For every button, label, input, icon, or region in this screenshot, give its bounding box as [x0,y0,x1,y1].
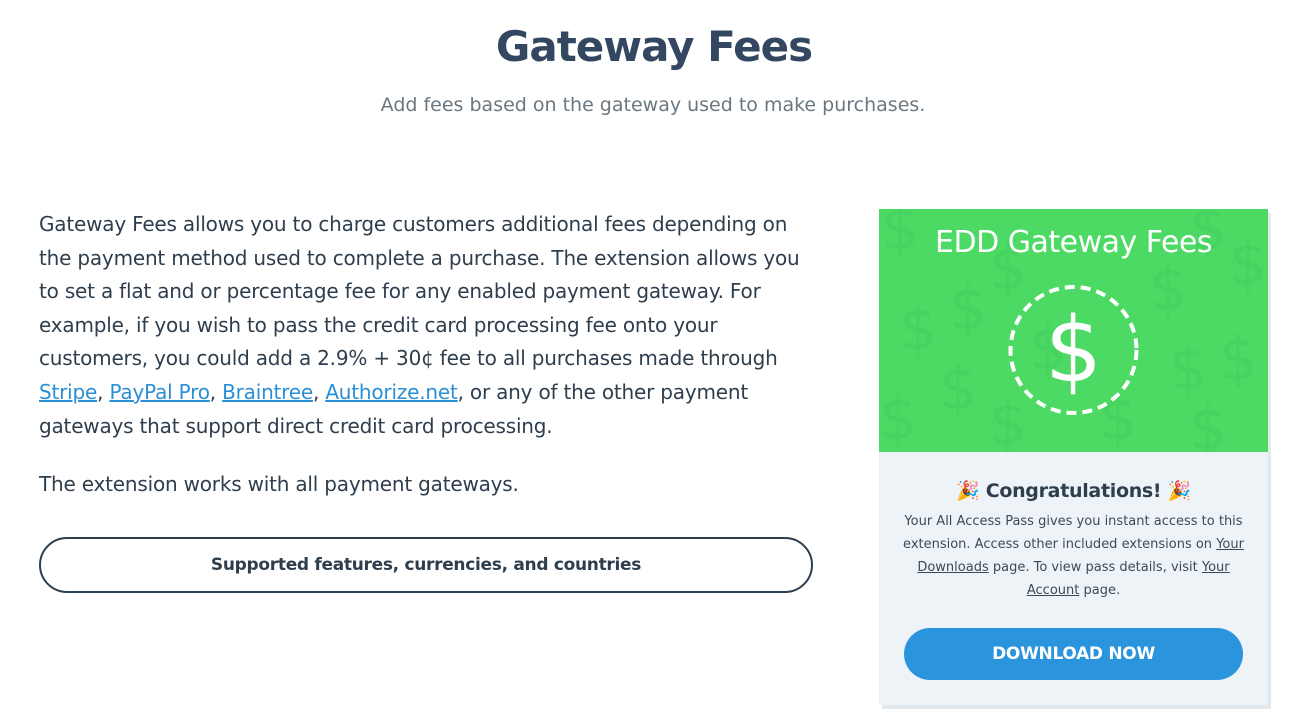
supported-features-button[interactable]: Supported features, currencies, and coun… [39,537,813,593]
party-popper-icon: 🎉 [1167,480,1192,502]
braintree-link[interactable]: Braintree [222,380,313,404]
message-text: Your All Access Pass gives you instant a… [903,514,1243,552]
stripe-link[interactable]: Stripe [39,380,97,404]
access-pass-card: $ $ $ $ $ $ $ $ $ $ $ $ $ $ $ $ EDD Gate… [879,209,1268,705]
svg-text:$: $ [899,294,937,364]
gateways-note: The extension works with all payment gat… [39,472,519,496]
congratulations-heading: 🎉 Congratulations! 🎉 [879,479,1268,502]
svg-text:$: $ [879,384,917,452]
svg-text:$: $ [989,389,1027,452]
page-title: Gateway Fees [495,22,813,71]
description-paragraph: Gateway Fees allows you to charge custom… [39,208,807,443]
party-popper-icon: 🎉 [956,480,980,502]
svg-text:$: $ [939,354,977,424]
separator: , [312,379,326,404]
product-banner: $ $ $ $ $ $ $ $ $ $ $ $ $ $ $ $ EDD Gate… [879,209,1268,452]
page-subtitle: Add fees based on the gateway used to ma… [380,94,926,116]
paypal-pro-link[interactable]: PayPal Pro [109,380,210,404]
download-now-button[interactable]: DOWNLOAD NOW [904,628,1243,680]
message-text: page. To view pass details, visit [988,560,1202,575]
svg-text:$: $ [1149,254,1187,324]
access-pass-message: Your All Access Pass gives you instant a… [901,510,1246,602]
page: Gateway Fees Add fees based on the gatew… [0,0,1300,721]
authorize-net-link[interactable]: Authorize.net [325,380,457,404]
svg-text:$: $ [949,274,987,344]
message-text: page. [1079,583,1121,598]
svg-text:$: $ [1045,298,1102,403]
svg-text:$: $ [1219,324,1257,394]
separator: , [209,379,223,404]
separator: , [97,379,110,404]
banner-title: EDD Gateway Fees [935,225,1212,260]
svg-text:$: $ [1189,394,1227,452]
description-text: Gateway Fees allows you to charge custom… [39,212,800,371]
congratulations-text: Congratulations! [985,480,1162,502]
